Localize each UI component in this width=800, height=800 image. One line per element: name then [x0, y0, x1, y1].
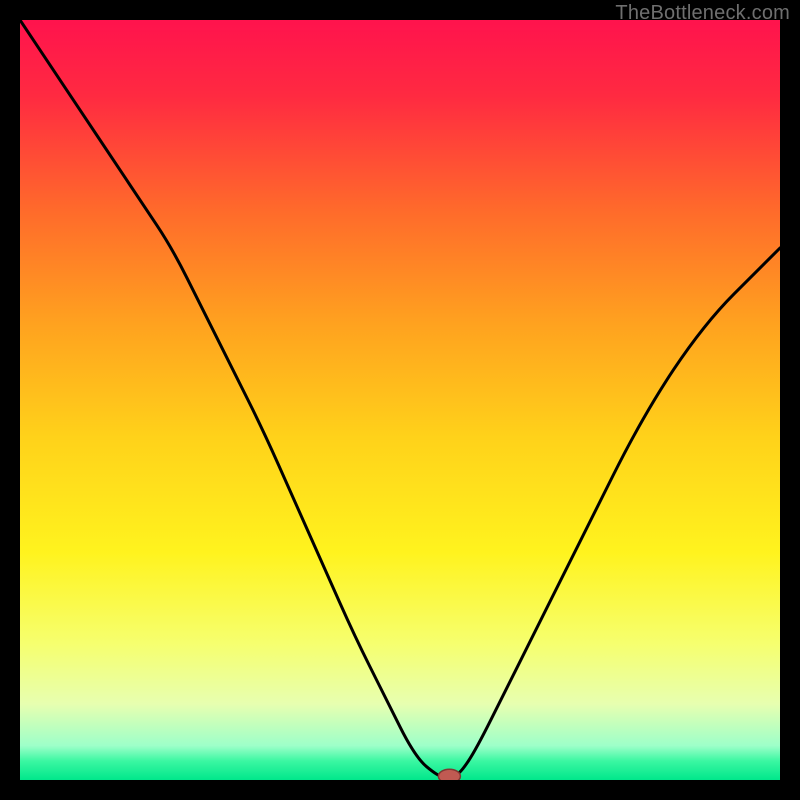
plot-area — [20, 20, 780, 780]
bottleneck-chart — [20, 20, 780, 780]
optimal-point-marker — [438, 769, 460, 780]
chart-stage: TheBottleneck.com — [0, 0, 800, 800]
gradient-background — [20, 20, 780, 780]
